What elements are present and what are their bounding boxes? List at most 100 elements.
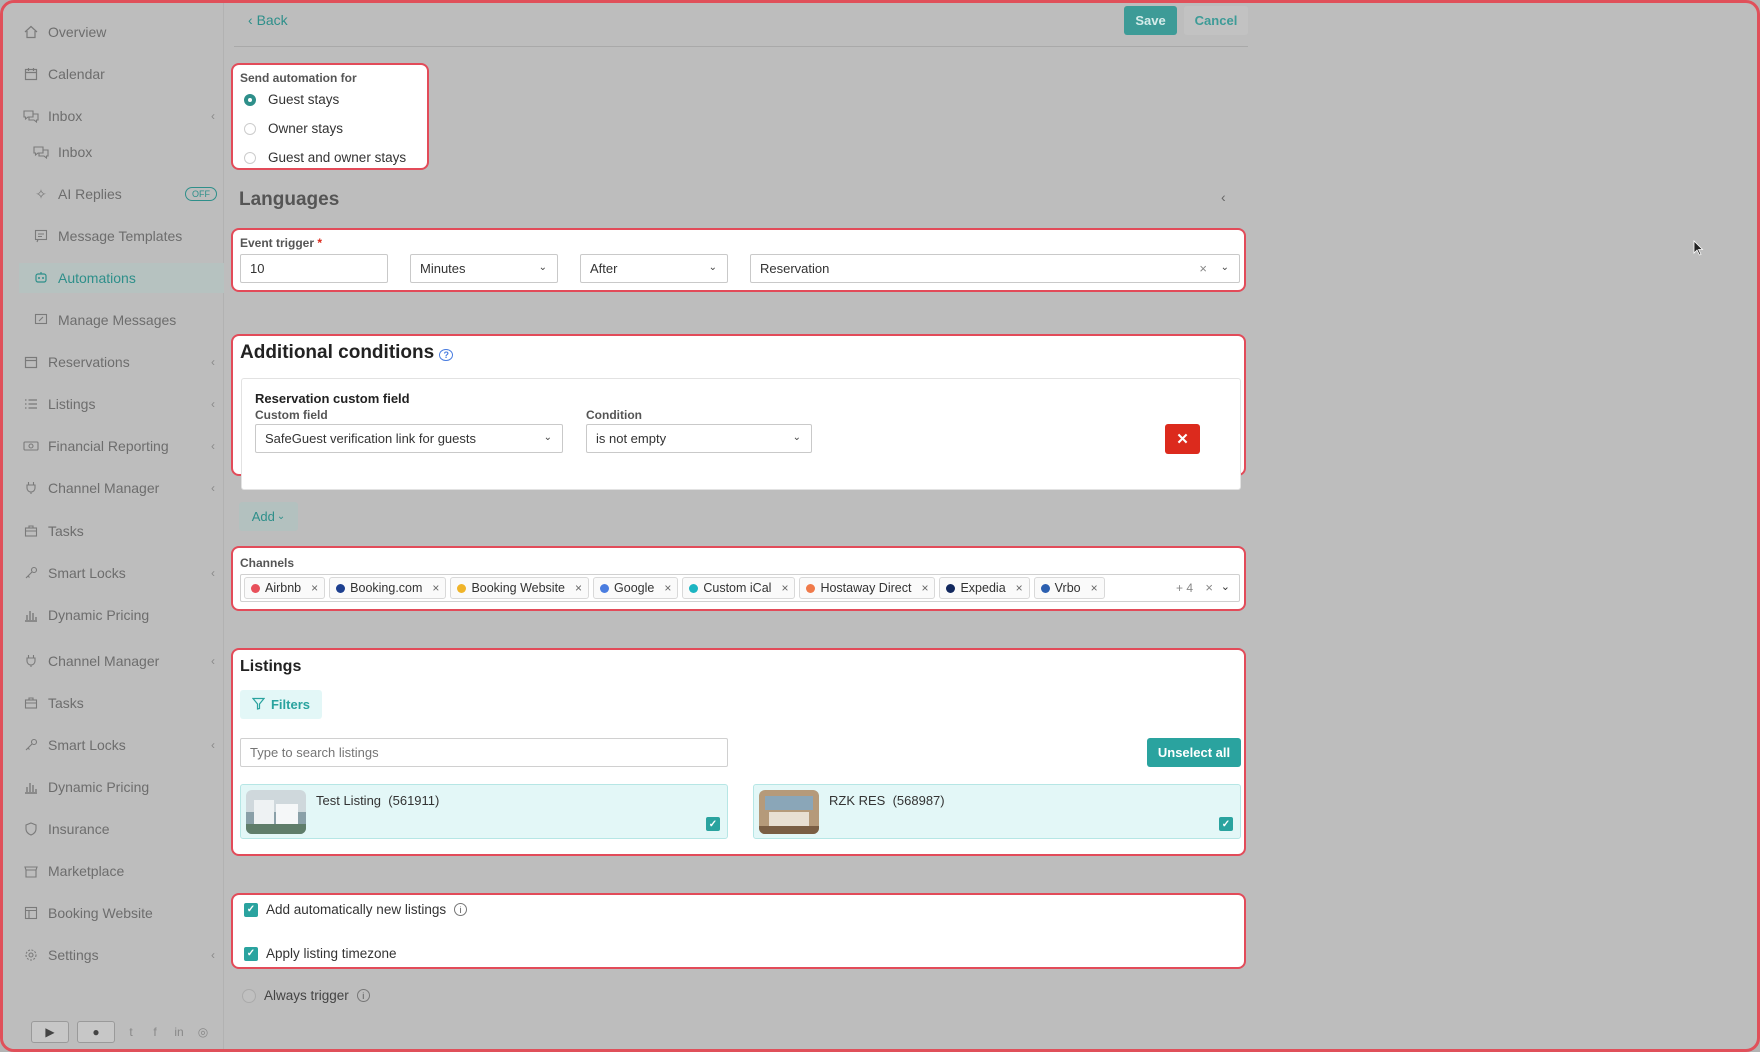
- filter-icon: [251, 697, 266, 713]
- always-trigger-option[interactable]: Always trigger i: [242, 988, 370, 1003]
- sidebar-item-dynamic-pricing[interactable]: Dynamic Pricing: [23, 600, 223, 630]
- sidebar-item-ai-replies[interactable]: ✧ AI Replies OFF: [33, 179, 233, 209]
- channel-color-dot: [336, 583, 346, 593]
- sidebar-item-label: Channel Manager: [48, 653, 160, 669]
- chevron-down-icon: ⌄: [543, 432, 552, 443]
- sidebar-item-smart-locks[interactable]: Smart Locks ‹: [23, 558, 223, 588]
- channel-chip[interactable]: Booking Website ×: [450, 577, 590, 599]
- template-icon: [33, 228, 49, 244]
- radio-guest-stays[interactable]: Guest stays: [244, 85, 406, 114]
- sidebar-item-inbox-sub[interactable]: Inbox: [33, 137, 233, 167]
- sidebar-item-dynamic-pricing-2[interactable]: Dynamic Pricing: [23, 772, 223, 802]
- money-icon: [23, 438, 39, 454]
- channel-chip[interactable]: Google ×: [593, 577, 679, 599]
- trigger-amount-input[interactable]: 10: [240, 254, 388, 283]
- channel-chip[interactable]: Airbnb ×: [244, 577, 326, 599]
- sidebar-item-channel-manager-2[interactable]: Channel Manager ‹: [23, 646, 223, 676]
- listing-card[interactable]: RZK RES (568987) ✓: [753, 784, 1241, 839]
- chevron-down-icon[interactable]: ⌄: [1221, 580, 1230, 593]
- channels-select[interactable]: Airbnb × Booking.com × Booking Website × Googl…: [240, 574, 1240, 602]
- sidebar-item-label: Marketplace: [48, 863, 125, 879]
- radio-owner-stays[interactable]: Owner stays: [244, 114, 406, 143]
- linkedin-icon[interactable]: in: [171, 1025, 187, 1039]
- filters-button[interactable]: Filters: [240, 690, 322, 719]
- clear-icon[interactable]: ×: [1199, 261, 1207, 276]
- sidebar-item-marketplace[interactable]: Marketplace: [23, 856, 223, 886]
- sidebar-item-overview[interactable]: Overview: [23, 17, 223, 47]
- always-trigger-toggle[interactable]: [242, 988, 256, 1003]
- channel-chip[interactable]: Booking.com ×: [329, 577, 447, 599]
- sidebar-item-manage-messages[interactable]: Manage Messages: [33, 305, 233, 335]
- remove-chip-icon[interactable]: ×: [664, 581, 671, 595]
- remove-chip-icon[interactable]: ×: [921, 581, 928, 595]
- listings-search-input[interactable]: [240, 738, 728, 767]
- add-new-listings-option[interactable]: ✓ Add automatically new listings i: [244, 902, 468, 917]
- remove-chip-icon[interactable]: ×: [1091, 581, 1098, 595]
- condition-group-title: Reservation custom field: [255, 391, 410, 406]
- chevron-left-icon[interactable]: ‹: [1221, 189, 1226, 205]
- instagram-icon[interactable]: ◎: [195, 1025, 211, 1039]
- listing-checkbox[interactable]: ✓: [1219, 817, 1233, 831]
- google-play-icon[interactable]: ▶: [31, 1021, 69, 1043]
- channel-chip[interactable]: Custom iCal ×: [682, 577, 796, 599]
- add-new-listings-checkbox[interactable]: ✓: [244, 902, 258, 917]
- radio-button[interactable]: [244, 93, 256, 106]
- info-icon[interactable]: i: [454, 903, 468, 916]
- ai-replies-toggle-badge[interactable]: OFF: [185, 187, 217, 201]
- custom-field-select[interactable]: SafeGuest verification link for guests ⌄: [255, 424, 563, 453]
- apple-icon[interactable]: ●: [77, 1021, 115, 1043]
- apply-timezone-option[interactable]: ✓ Apply listing timezone: [244, 946, 397, 961]
- clear-icon[interactable]: ×: [1205, 580, 1213, 595]
- back-link[interactable]: ‹ Back: [248, 12, 288, 28]
- sidebar-item-label: Financial Reporting: [48, 438, 169, 454]
- briefcase-icon: [23, 695, 39, 711]
- sidebar-item-channel-manager[interactable]: Channel Manager ‹: [23, 473, 223, 503]
- listing-checkbox[interactable]: ✓: [706, 817, 720, 831]
- radio-guest-and-owner-stays[interactable]: Guest and owner stays: [244, 143, 406, 172]
- add-condition-button[interactable]: Add ⌄: [239, 502, 298, 531]
- sidebar-item-message-templates[interactable]: Message Templates: [33, 221, 233, 251]
- sidebar-item-automations[interactable]: Automations: [19, 263, 224, 293]
- remove-chip-icon[interactable]: ×: [311, 581, 318, 595]
- help-icon[interactable]: ?: [439, 349, 453, 361]
- sidebar-item-reservations[interactable]: Reservations ‹: [23, 347, 223, 377]
- save-button[interactable]: Save: [1124, 6, 1177, 35]
- languages-heading: Languages: [239, 189, 340, 210]
- listing-card[interactable]: Test Listing (561911) ✓: [240, 784, 728, 839]
- sidebar-item-label: Smart Locks: [48, 737, 126, 753]
- trigger-relation-select[interactable]: After ⌄: [580, 254, 728, 283]
- trigger-event-select[interactable]: Reservation × ⌄: [750, 254, 1240, 283]
- sidebar-item-financial-reporting[interactable]: Financial Reporting ‹: [23, 431, 223, 461]
- sidebar-item-tasks[interactable]: Tasks: [23, 516, 223, 546]
- apply-timezone-checkbox[interactable]: ✓: [244, 946, 258, 961]
- chevron-down-icon: ⌄: [538, 262, 547, 273]
- sidebar-item-inbox[interactable]: Inbox ‹: [23, 101, 223, 131]
- remove-chip-icon[interactable]: ×: [781, 581, 788, 595]
- channel-chip[interactable]: Expedia ×: [939, 577, 1030, 599]
- channel-chip-label: Vrbo: [1054, 581, 1081, 595]
- sidebar-item-label: Channel Manager: [48, 480, 160, 496]
- remove-chip-icon[interactable]: ×: [432, 581, 439, 595]
- channel-chip[interactable]: Vrbo ×: [1033, 577, 1105, 599]
- twitter-icon[interactable]: t: [123, 1025, 139, 1039]
- remove-condition-button[interactable]: ✕: [1165, 424, 1200, 454]
- radio-button[interactable]: [244, 122, 256, 135]
- remove-chip-icon[interactable]: ×: [575, 581, 582, 595]
- sidebar-item-smart-locks-2[interactable]: Smart Locks ‹: [23, 730, 223, 760]
- sidebar-item-tasks-2[interactable]: Tasks: [23, 688, 223, 718]
- condition-select[interactable]: is not empty ⌄: [586, 424, 812, 453]
- sidebar-item-settings[interactable]: Settings ‹: [23, 940, 223, 970]
- sidebar-item-calendar[interactable]: Calendar: [23, 59, 223, 89]
- radio-button[interactable]: [244, 151, 256, 164]
- info-icon[interactable]: i: [356, 989, 370, 1002]
- unselect-all-button[interactable]: Unselect all: [1147, 738, 1241, 767]
- sidebar-item-listings[interactable]: Listings ‹: [23, 389, 223, 419]
- sidebar-item-label: Inbox: [48, 108, 83, 124]
- sidebar-item-insurance[interactable]: Insurance: [23, 814, 223, 844]
- trigger-unit-select[interactable]: Minutes ⌄: [410, 254, 558, 283]
- remove-chip-icon[interactable]: ×: [1016, 581, 1023, 595]
- sidebar-item-booking-website[interactable]: Booking Website: [23, 898, 223, 928]
- facebook-icon[interactable]: f: [147, 1025, 163, 1039]
- cancel-button[interactable]: Cancel: [1184, 6, 1248, 35]
- channel-chip[interactable]: Hostaway Direct ×: [799, 577, 936, 599]
